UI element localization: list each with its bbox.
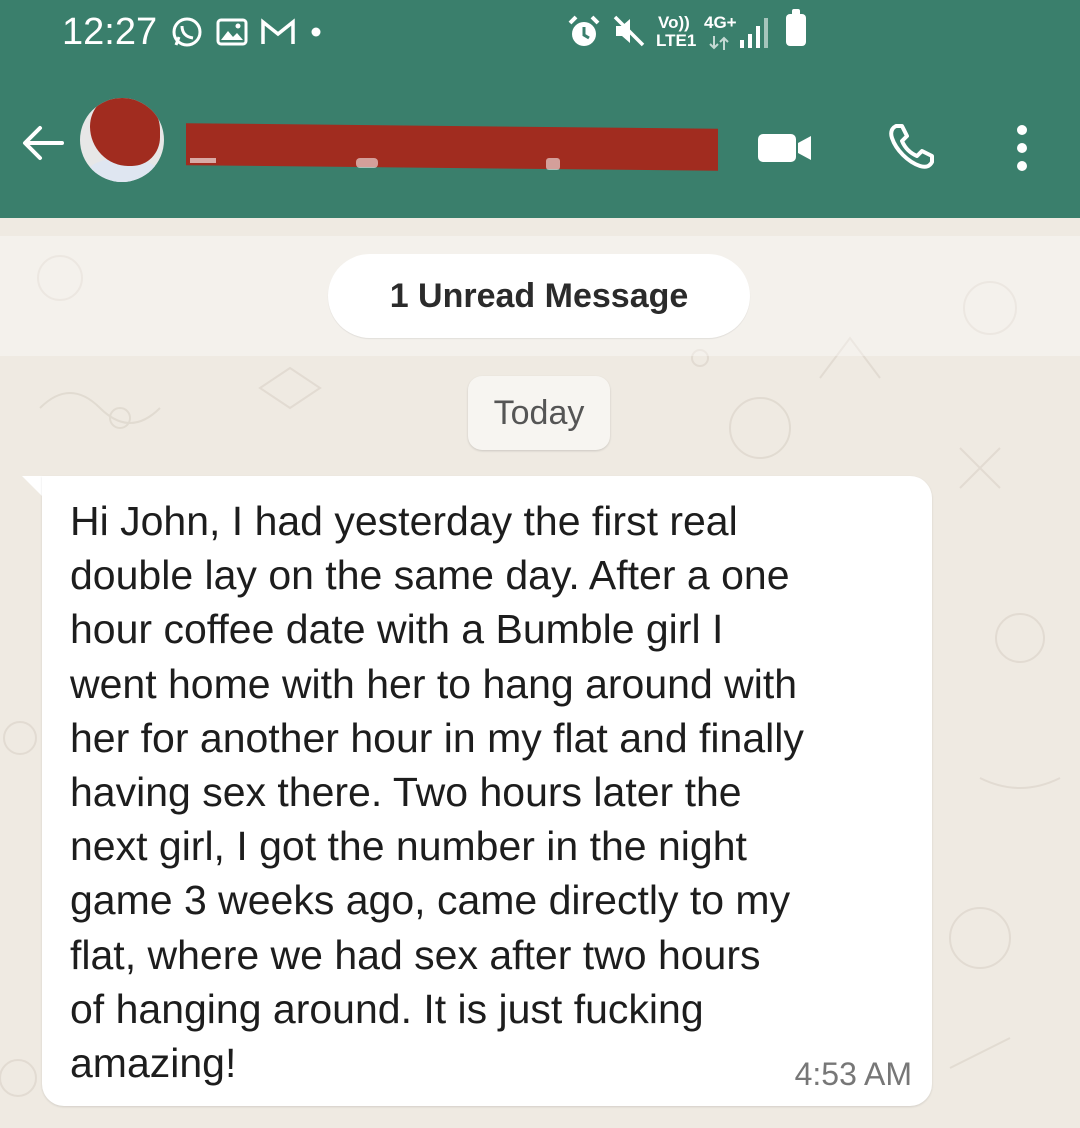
volte-label: Vo)) xyxy=(658,13,690,32)
battery-icon xyxy=(786,9,806,46)
status-icons-left xyxy=(170,10,324,54)
top-bar: 12:27 Vo)) LTE1 4G+ xyxy=(0,0,1080,218)
contact-avatar[interactable] xyxy=(80,98,164,182)
contact-name-remnants xyxy=(190,158,560,170)
message-text: Hi John, I had yesterday the first real … xyxy=(70,498,804,1087)
gmail-icon xyxy=(261,18,295,44)
notification-dot-icon xyxy=(311,27,321,37)
back-arrow-icon[interactable] xyxy=(18,118,68,168)
data-arrows-icon xyxy=(709,36,729,50)
date-separator: Today xyxy=(468,376,610,450)
voice-call-icon[interactable] xyxy=(886,122,936,172)
avatar-redaction xyxy=(90,98,160,166)
unread-messages-badge: 1 Unread Message xyxy=(328,254,750,338)
alarm-icon xyxy=(568,15,600,46)
video-call-icon[interactable] xyxy=(758,132,812,164)
chat-app-bar xyxy=(0,70,1080,218)
status-bar: 12:27 Vo)) LTE1 4G+ xyxy=(0,0,1080,70)
more-options-icon[interactable] xyxy=(1010,124,1034,172)
gallery-icon xyxy=(216,18,248,46)
whatsapp-icon xyxy=(172,17,202,47)
status-time: 12:27 xyxy=(62,11,158,53)
mute-icon xyxy=(613,15,645,47)
lte-label: LTE1 xyxy=(656,31,697,50)
message-timestamp: 4:53 AM xyxy=(794,1056,912,1092)
network-type-label: 4G+ xyxy=(704,13,737,32)
signal-icon xyxy=(740,18,768,48)
